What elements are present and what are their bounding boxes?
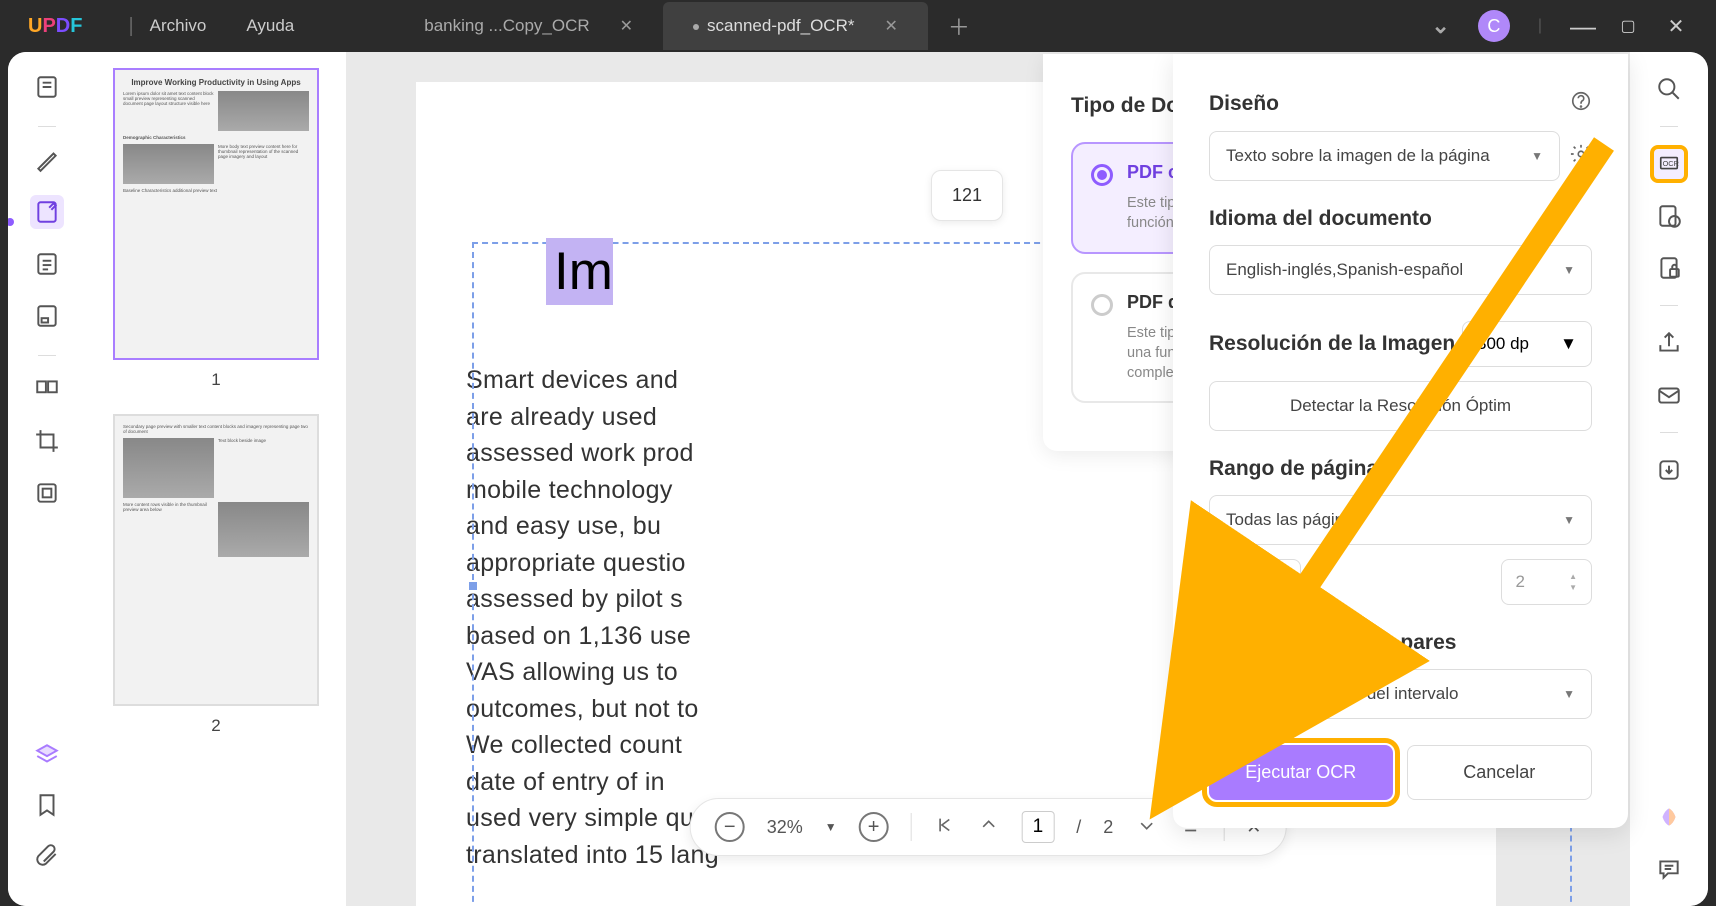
cancel-button[interactable]: Cancelar: [1407, 745, 1593, 800]
titlebar-right: ⌄ C | — ▢ ✕: [1431, 10, 1706, 42]
tabs: banking ...Copy_OCR ✕ scanned-pdf_OCR* ✕…: [394, 0, 990, 52]
prev-page-icon[interactable]: [978, 814, 1000, 841]
page-total: 2: [1103, 817, 1113, 838]
ocr-panel: Diseño Texto sobre la imagen de la págin…: [1173, 54, 1628, 828]
page-input[interactable]: 1: [1022, 811, 1055, 843]
share-icon[interactable]: [1650, 324, 1688, 362]
organize-icon[interactable]: [30, 372, 64, 406]
odd-even-label: Páginas impares o pares: [1209, 631, 1592, 655]
zoom-level[interactable]: 32%: [767, 817, 803, 838]
compress-icon[interactable]: [30, 476, 64, 510]
text-highlight: Im: [546, 238, 613, 305]
divider: |: [128, 15, 133, 38]
tab-banking[interactable]: banking ...Copy_OCR ✕: [394, 2, 663, 50]
ai-icon[interactable]: [1650, 798, 1688, 836]
page-separator: /: [1076, 817, 1081, 838]
run-ocr-button[interactable]: Ejecutar OCR: [1209, 745, 1393, 800]
range-label: Rango de páginas: [1209, 457, 1592, 481]
redact-icon[interactable]: [1650, 197, 1688, 235]
reader-icon[interactable]: [30, 247, 64, 281]
tab-label: banking ...Copy_OCR: [424, 16, 589, 36]
maximize-button[interactable]: ▢: [1618, 16, 1638, 36]
highlighter-icon[interactable]: [30, 143, 64, 177]
email-icon[interactable]: [1650, 376, 1688, 414]
search-icon[interactable]: [1650, 70, 1688, 108]
range-from-input[interactable]: 1▲▼: [1209, 559, 1301, 605]
new-tab-button[interactable]: ＋: [928, 10, 990, 42]
resolution-label: Resolución de la Imagen: [1209, 332, 1455, 356]
odd-even-select[interactable]: Todas las páginas del intervalo▼: [1209, 669, 1592, 719]
close-button[interactable]: ✕: [1666, 14, 1686, 39]
design-select[interactable]: Texto sobre la imagen de la página▼: [1209, 131, 1560, 181]
thumbnails-panel: Improve Working Productivity in Using Ap…: [86, 52, 346, 906]
radio-icon: [1091, 164, 1113, 186]
lang-select[interactable]: English-inglés,Spanish-español▼: [1209, 245, 1592, 295]
thumbnails-icon[interactable]: [30, 70, 64, 104]
zoom-in-button[interactable]: +: [859, 812, 889, 842]
help-icon[interactable]: [1570, 90, 1592, 117]
close-icon[interactable]: ✕: [620, 16, 633, 36]
first-page-icon[interactable]: [934, 814, 956, 841]
titlebar: UPDF | Archivo Ayuda banking ...Copy_OCR…: [0, 0, 1716, 52]
menu-help[interactable]: Ayuda: [246, 16, 294, 36]
divider: |: [1538, 17, 1542, 35]
main-area: Improve Working Productivity in Using Ap…: [8, 52, 1708, 906]
form-icon[interactable]: [30, 299, 64, 333]
next-page-icon[interactable]: [1135, 814, 1157, 841]
attachment-icon[interactable]: [30, 838, 64, 872]
zoom-out-button[interactable]: −: [715, 812, 745, 842]
thumbnail-1[interactable]: Improve Working Productivity in Using Ap…: [106, 68, 326, 390]
bookmark-icon[interactable]: [30, 788, 64, 822]
chevron-down-icon[interactable]: ⌄: [1431, 13, 1449, 39]
design-label: Diseño: [1209, 92, 1279, 116]
comment-icon[interactable]: [1650, 850, 1688, 888]
app-logo: UPDF: [28, 15, 82, 38]
chevron-down-icon[interactable]: ▼: [825, 820, 837, 834]
thumb-number: 2: [211, 716, 220, 736]
right-toolbar: OCR: [1630, 52, 1708, 906]
avatar[interactable]: C: [1478, 10, 1510, 42]
layers-icon[interactable]: [30, 738, 64, 772]
lang-label: Idioma del documento: [1209, 207, 1592, 231]
thumb-number: 1: [211, 370, 220, 390]
protect-icon[interactable]: [1650, 249, 1688, 287]
range-select[interactable]: Todas las páginas▼: [1209, 495, 1592, 545]
float-number: 121: [931, 170, 1003, 221]
thumbnail-2[interactable]: Secondary page preview with smaller text…: [106, 414, 326, 736]
crop-icon[interactable]: [30, 424, 64, 458]
save-icon[interactable]: [1650, 451, 1688, 489]
tab-label: scanned-pdf_OCR*: [693, 16, 854, 36]
radio-icon: [1091, 294, 1113, 316]
ocr-icon[interactable]: OCR: [1650, 145, 1688, 183]
resolution-select[interactable]: 300 dp▼: [1462, 321, 1592, 367]
detect-resolution-button[interactable]: Detectar la Resolución Óptim: [1209, 381, 1592, 431]
left-toolbar: [8, 52, 86, 906]
close-icon[interactable]: ✕: [884, 16, 897, 36]
minimize-button[interactable]: —: [1570, 11, 1590, 42]
gear-icon[interactable]: [1570, 143, 1592, 170]
range-to-input[interactable]: 2▲▼: [1501, 559, 1593, 605]
edit-icon[interactable]: [30, 195, 64, 229]
svg-text:OCR: OCR: [1663, 159, 1679, 168]
menu-file[interactable]: Archivo: [150, 16, 207, 36]
tab-scanned[interactable]: scanned-pdf_OCR* ✕: [663, 2, 928, 50]
